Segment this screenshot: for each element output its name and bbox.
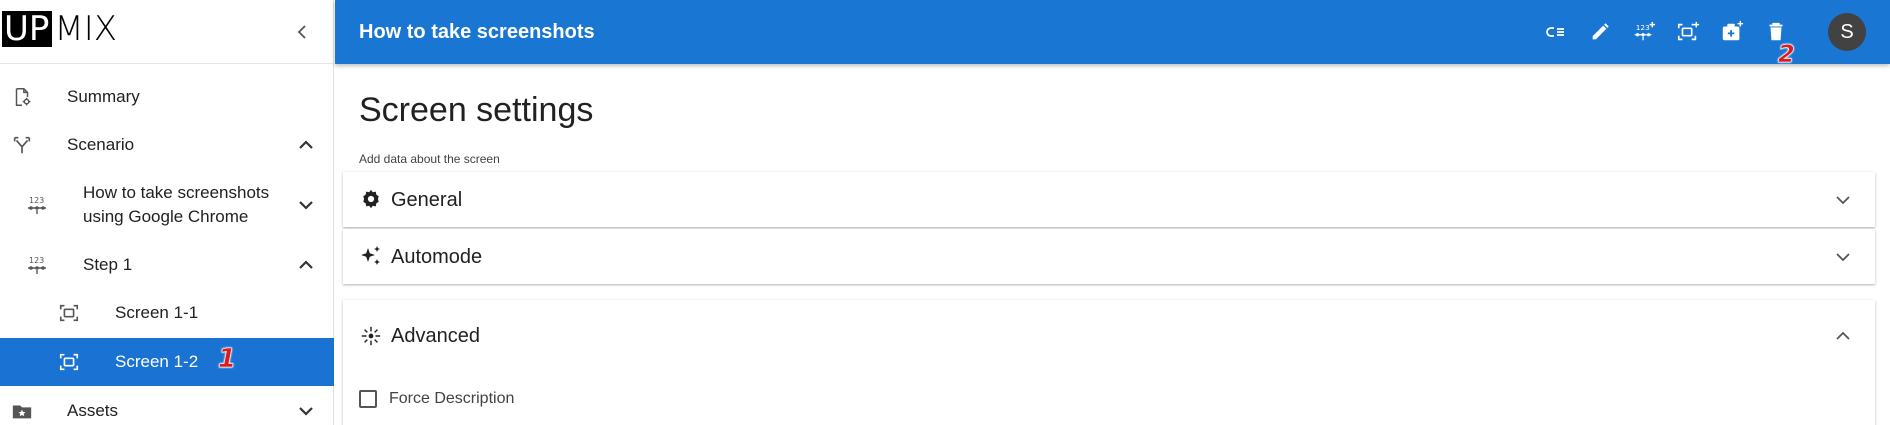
list-tree-button[interactable] xyxy=(1544,20,1568,44)
add-photo-button[interactable] xyxy=(1720,20,1744,44)
file-gear-icon xyxy=(10,85,34,109)
user-avatar[interactable]: S xyxy=(1828,13,1866,51)
center-focus-icon xyxy=(359,324,383,348)
page-title: Screen settings xyxy=(359,91,594,129)
chevron-down-icon[interactable] xyxy=(294,193,318,217)
add-photo-icon xyxy=(1722,20,1744,41)
add-step-button[interactable]: 123 xyxy=(1632,20,1656,44)
app-bar: How to take screenshots 123 2 S xyxy=(335,0,1890,68)
sidebar-item-label: Assets xyxy=(67,401,119,420)
svg-text:123: 123 xyxy=(1636,23,1650,32)
gear-icon xyxy=(359,187,383,211)
sidebar-item-label: Summary xyxy=(67,87,140,106)
fork-icon xyxy=(10,133,34,157)
logo-up: UP xyxy=(2,11,53,47)
panel-advanced[interactable]: Advanced xyxy=(343,300,1875,425)
annotation-marker-2: 2 xyxy=(1778,40,1795,69)
svg-text:123: 123 xyxy=(29,256,44,265)
numbered-steps-icon: 123 xyxy=(25,253,49,277)
sidebar-item-assets[interactable]: Assets xyxy=(0,397,334,425)
page-subtitle: Add data about the screen xyxy=(359,152,500,166)
force-description-label: Force Description xyxy=(389,390,515,407)
logo-mix: MIX xyxy=(54,9,118,49)
add-screen-button[interactable] xyxy=(1676,20,1700,44)
logo-row: UP MIX xyxy=(0,0,333,64)
sidebar-item-screen-1-2[interactable]: Screen 1-2 1 xyxy=(0,338,334,386)
screenshot-frame-icon xyxy=(57,350,81,374)
panel-label: Automode xyxy=(391,246,483,268)
force-description-row[interactable]: Force Description xyxy=(359,390,514,408)
upmix-logo: UP MIX xyxy=(2,11,117,47)
force-description-checkbox[interactable] xyxy=(359,390,377,408)
panel-general[interactable]: General xyxy=(343,172,1875,227)
sidebar-item-label: Screen 1-2 xyxy=(115,352,199,371)
chevron-down-icon[interactable] xyxy=(1831,245,1855,269)
sidebar-item-label: How to take screenshots using Google Chr… xyxy=(83,183,270,226)
panel-label: Advanced xyxy=(391,325,480,347)
chevron-up-icon[interactable] xyxy=(294,133,318,157)
edit-icon xyxy=(1592,23,1609,40)
panel-automode[interactable]: Automode xyxy=(343,229,1875,284)
sidebar-item-scenario[interactable]: Scenario xyxy=(0,125,334,165)
starred-folder-icon xyxy=(10,399,34,423)
edit-button[interactable] xyxy=(1588,20,1612,44)
chevron-up-icon[interactable] xyxy=(1831,324,1855,348)
add-screen-icon xyxy=(1677,21,1700,41)
sidebar-item-label: Step 1 xyxy=(83,255,133,274)
sidebar-item-summary[interactable]: Summary xyxy=(0,77,334,117)
sidebar-item-step-1[interactable]: 123 Step 1 xyxy=(0,245,334,285)
sidebar-item-label: Scenario xyxy=(67,135,135,154)
chevron-left-icon xyxy=(297,25,306,39)
chevron-up-icon[interactable] xyxy=(294,253,318,277)
sidebar-item-scenario-title[interactable]: 123 How to take screenshots using Google… xyxy=(0,173,334,237)
numbered-steps-icon: 123 xyxy=(25,193,49,217)
panel-label: General xyxy=(391,189,463,211)
add-step-icon: 123 xyxy=(1634,21,1656,41)
chevron-down-icon[interactable] xyxy=(1831,188,1855,212)
svg-text:123: 123 xyxy=(29,196,44,205)
screenshot-frame-icon xyxy=(57,301,81,325)
annotation-marker-1: 1 xyxy=(218,344,237,375)
scenario-title: How to take screenshots xyxy=(359,21,595,43)
sidebar-item-label: Screen 1-1 xyxy=(115,303,199,322)
sidebar-item-screen-1-1[interactable]: Screen 1-1 xyxy=(0,293,334,333)
chevron-down-icon[interactable] xyxy=(294,399,318,423)
list-tree-icon xyxy=(1546,27,1564,37)
sidebar: UP MIX Summary Scenario 123 How to take … xyxy=(0,0,334,425)
sparkle-icon xyxy=(359,244,383,268)
collapse-sidebar-button[interactable] xyxy=(290,20,314,44)
